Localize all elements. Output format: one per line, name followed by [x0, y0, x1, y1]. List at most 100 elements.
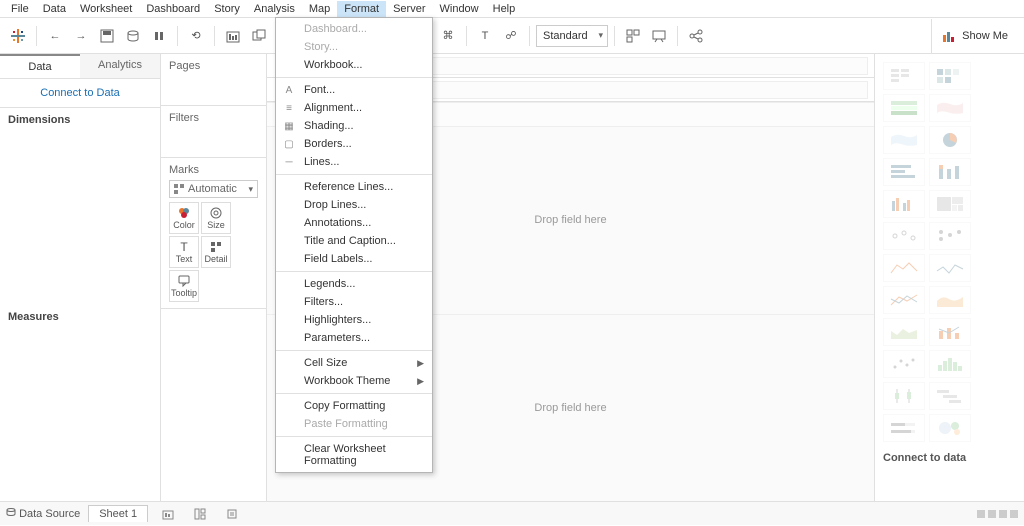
viz-packed-bubbles[interactable] [929, 414, 971, 442]
viz-dual-combination[interactable] [929, 318, 971, 346]
viz-pie[interactable] [929, 126, 971, 154]
menu-server[interactable]: Server [386, 1, 432, 17]
dd-workbook-theme-label: Workbook Theme [304, 375, 390, 387]
viz-dual-line[interactable] [883, 286, 925, 314]
dd-borders[interactable]: ▢Borders... [276, 135, 432, 153]
lines-icon: ─ [282, 157, 296, 168]
menu-data[interactable]: Data [36, 1, 73, 17]
viz-thumbnails [883, 62, 1016, 442]
viz-area-continuous[interactable] [929, 286, 971, 314]
filters-card[interactable]: Filters [161, 106, 266, 158]
tableau-logo-icon[interactable] [6, 24, 30, 48]
fit-mode-select[interactable]: Standard [536, 25, 608, 47]
dd-annotations[interactable]: Annotations... [276, 214, 432, 232]
forward-button[interactable]: → [69, 24, 93, 48]
viz-scatter[interactable] [883, 350, 925, 378]
back-button[interactable]: ← [43, 24, 67, 48]
detail-shelf[interactable]: Detail [201, 236, 231, 268]
menu-map[interactable]: Map [302, 1, 337, 17]
new-dashboard-tab-button[interactable] [188, 502, 212, 526]
dd-legends[interactable]: Legends... [276, 275, 432, 293]
format-dropdown: Dashboard... Story... Workbook... AFont.… [275, 17, 433, 473]
status-view-pips[interactable] [977, 510, 1018, 518]
group-button[interactable]: ⌘ [436, 24, 460, 48]
data-source-tab[interactable]: Data Source [6, 507, 80, 520]
menu-format[interactable]: Format [337, 1, 386, 17]
size-shelf[interactable]: Size [201, 202, 231, 234]
tab-analytics[interactable]: Analytics [80, 54, 160, 78]
shading-icon: ▦ [282, 121, 296, 132]
viz-bullet[interactable] [883, 414, 925, 442]
dd-alignment[interactable]: ≡Alignment... [276, 99, 432, 117]
new-data-source-button[interactable] [121, 24, 145, 48]
viz-line-continuous[interactable] [883, 254, 925, 282]
dd-parameters[interactable]: Parameters... [276, 329, 432, 347]
viz-stacked-bar[interactable] [929, 158, 971, 186]
text-shelf[interactable]: TText [169, 236, 199, 268]
new-worksheet-tab-button[interactable] [156, 502, 180, 526]
menu-analysis[interactable]: Analysis [247, 1, 302, 17]
dd-workbook-theme[interactable]: Workbook Theme▶ [276, 372, 432, 390]
filters-label: Filters [169, 112, 258, 124]
detail-label: Detail [204, 254, 227, 264]
show-hide-cards-button[interactable] [621, 24, 645, 48]
show-mark-labels-button[interactable]: T [473, 24, 497, 48]
dd-paste-formatting: Paste Formatting [276, 415, 432, 433]
save-button[interactable] [95, 24, 119, 48]
dd-lines[interactable]: ─Lines... [276, 153, 432, 171]
tab-data[interactable]: Data [0, 54, 80, 78]
text-icon: T [180, 240, 187, 254]
dd-font[interactable]: AFont... [276, 81, 432, 99]
menu-help[interactable]: Help [486, 1, 523, 17]
dd-reference-lines[interactable]: Reference Lines... [276, 178, 432, 196]
viz-line-discrete[interactable] [929, 254, 971, 282]
sheet-tab[interactable]: Sheet 1 [88, 505, 148, 522]
show-me-button[interactable]: Show Me [931, 19, 1018, 53]
pause-auto-updates-button[interactable] [147, 24, 171, 48]
dd-title-caption[interactable]: Title and Caption... [276, 232, 432, 250]
marks-label: Marks [169, 164, 258, 176]
viz-side-by-side-circles[interactable] [929, 222, 971, 250]
dd-copy-formatting[interactable]: Copy Formatting [276, 397, 432, 415]
connect-to-data-link[interactable]: Connect to Data [0, 79, 160, 108]
new-story-tab-button[interactable] [220, 502, 244, 526]
dd-field-labels[interactable]: Field Labels... [276, 250, 432, 268]
mark-type-select[interactable]: Automatic [169, 180, 258, 198]
new-worksheet-button[interactable] [221, 24, 245, 48]
menu-dashboard[interactable]: Dashboard [139, 1, 207, 17]
menu-story[interactable]: Story [207, 1, 247, 17]
pages-card[interactable]: Pages [161, 54, 266, 106]
viz-heat-map[interactable] [929, 62, 971, 90]
viz-treemap[interactable] [929, 190, 971, 218]
menu-window[interactable]: Window [433, 1, 486, 17]
menu-file[interactable]: File [4, 1, 36, 17]
viz-area-discrete[interactable] [883, 318, 925, 346]
dd-shading[interactable]: ▦Shading... [276, 117, 432, 135]
presentation-mode-button[interactable] [647, 24, 671, 48]
viz-side-by-side-bar[interactable] [883, 190, 925, 218]
menu-worksheet[interactable]: Worksheet [73, 1, 139, 17]
viz-symbol-map[interactable] [929, 94, 971, 122]
tooltip-icon [178, 274, 190, 288]
viz-circle-views[interactable] [883, 222, 925, 250]
viz-gantt[interactable] [929, 382, 971, 410]
measures-header: Measures [0, 305, 160, 329]
color-shelf[interactable]: Color [169, 202, 199, 234]
dd-workbook[interactable]: Workbook... [276, 56, 432, 74]
viz-text-table[interactable] [883, 62, 925, 90]
dd-drop-lines[interactable]: Drop Lines... [276, 196, 432, 214]
dd-highlighters[interactable]: Highlighters... [276, 311, 432, 329]
viz-horizontal-bar[interactable] [883, 158, 925, 186]
share-button[interactable] [684, 24, 708, 48]
viz-highlight-table[interactable] [883, 94, 925, 122]
tooltip-shelf[interactable]: Tooltip [169, 270, 199, 302]
dd-filters[interactable]: Filters... [276, 293, 432, 311]
fix-axes-button[interactable]: ☍ [499, 24, 523, 48]
viz-box-plot[interactable] [883, 382, 925, 410]
dd-cell-size[interactable]: Cell Size▶ [276, 354, 432, 372]
viz-filled-map[interactable] [883, 126, 925, 154]
dd-clear-formatting[interactable]: Clear Worksheet Formatting [276, 440, 432, 470]
refresh-button[interactable]: ⟲ [184, 24, 208, 48]
duplicate-button[interactable] [247, 24, 271, 48]
viz-histogram[interactable] [929, 350, 971, 378]
